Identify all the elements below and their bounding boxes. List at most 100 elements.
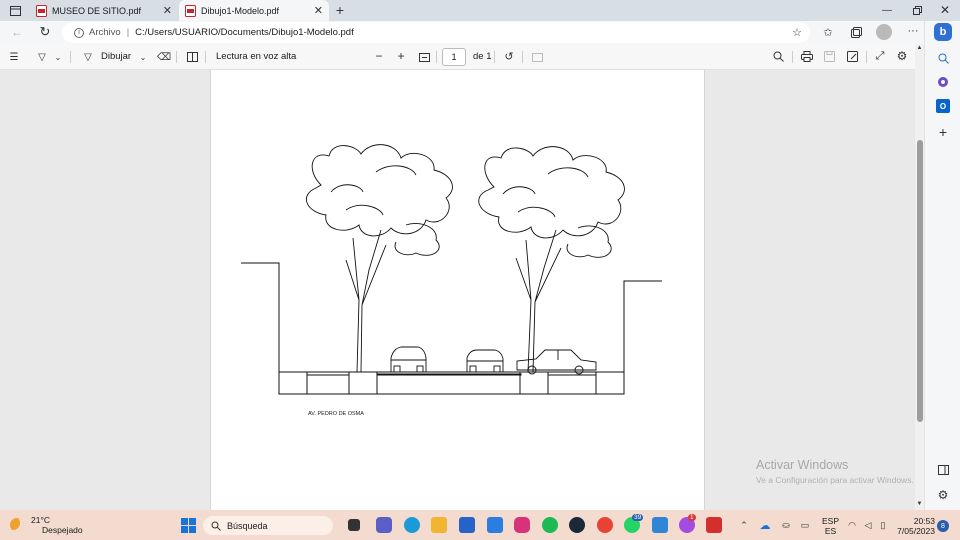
- draw-button[interactable]: Dibujar: [101, 51, 131, 62]
- outlook-icon[interactable]: O: [936, 99, 950, 113]
- close-icon[interactable]: ✕: [163, 4, 172, 17]
- pdf-toolbar: ☰ ▽ ⌄ ▽ Dibujar ⌄ ⌫ Lectura en voz alta …: [0, 44, 924, 70]
- save-icon[interactable]: [822, 50, 836, 63]
- taskbar-search[interactable]: Búsqueda: [203, 516, 333, 535]
- page-number-input[interactable]: 1: [442, 48, 466, 66]
- whatsapp-badge: 39: [632, 514, 644, 521]
- divider: [522, 51, 523, 63]
- store-icon[interactable]: [459, 517, 475, 533]
- notification-badge[interactable]: 8: [937, 520, 949, 532]
- zoom-out-icon[interactable]: −: [373, 49, 385, 63]
- print-icon[interactable]: [800, 50, 814, 63]
- collections-icon[interactable]: [849, 25, 863, 39]
- search-icon[interactable]: [772, 50, 784, 62]
- copilot-icon[interactable]: b: [934, 23, 952, 41]
- draw-icon[interactable]: ▽: [82, 51, 94, 63]
- search-icon[interactable]: [936, 51, 950, 65]
- chevron-down-icon[interactable]: ⌄: [53, 51, 63, 63]
- settings-icon[interactable]: ⚙: [936, 488, 950, 502]
- tree-left: [305, 144, 453, 373]
- scrollbar-thumb[interactable]: [917, 140, 923, 422]
- moon-icon: [10, 518, 24, 532]
- sidebar-toggle-icon[interactable]: [936, 463, 950, 477]
- office-icon[interactable]: [936, 75, 950, 89]
- scroll-down-icon[interactable]: ▼: [916, 500, 923, 508]
- fullscreen-icon[interactable]: ⤢: [873, 50, 887, 63]
- photos-icon[interactable]: [652, 517, 668, 533]
- add-favorite-icon[interactable]: ☆: [790, 25, 804, 39]
- chevron-down-icon[interactable]: ⌄: [138, 51, 148, 63]
- edge-icon[interactable]: [404, 517, 420, 533]
- language-indicator[interactable]: ESP ES: [822, 516, 839, 536]
- tab-dibujo[interactable]: Dibujo1-Modelo.pdf ✕: [179, 0, 329, 21]
- new-tab-icon[interactable]: +: [333, 2, 347, 18]
- fit-page-icon[interactable]: [418, 51, 430, 63]
- settings-icon[interactable]: ⚙: [895, 49, 909, 63]
- task-view-icon[interactable]: [348, 519, 360, 531]
- add-icon[interactable]: +: [936, 124, 950, 140]
- weather-temperature: 21°C: [31, 515, 50, 525]
- divider: [792, 51, 793, 63]
- zoom-in-icon[interactable]: +: [395, 49, 407, 63]
- close-window-icon[interactable]: ✕: [938, 3, 952, 17]
- battery-icon[interactable]: ▯: [877, 519, 889, 531]
- car-front-2: [466, 349, 504, 373]
- tab-museo[interactable]: MUSEO DE SITIO.pdf ✕: [30, 0, 178, 21]
- highlight-icon[interactable]: ▽: [36, 51, 48, 63]
- spotify-icon[interactable]: [542, 517, 558, 533]
- scroll-up-icon[interactable]: ▲: [916, 44, 923, 52]
- restore-icon[interactable]: [910, 3, 924, 17]
- mail-icon[interactable]: [487, 517, 503, 533]
- address-bar[interactable]: i Archivo | C:/Users/USUARIO/Documents/D…: [62, 22, 810, 43]
- clock[interactable]: 20:53 7/05/2023: [893, 516, 935, 536]
- language-sub: ES: [824, 526, 837, 536]
- divider: [70, 51, 71, 63]
- network-drive-icon[interactable]: ⛀: [780, 519, 792, 531]
- clock-date: 7/05/2023: [897, 526, 935, 536]
- tab-strip: MUSEO DE SITIO.pdf ✕ Dibujo1-Modelo.pdf …: [0, 0, 960, 21]
- messenger-badge: 1: [688, 514, 696, 521]
- tab-title: MUSEO DE SITIO.pdf: [52, 5, 142, 16]
- wifi-icon[interactable]: ◠: [846, 519, 858, 531]
- divider: [176, 51, 177, 63]
- profile-avatar[interactable]: [876, 24, 892, 40]
- volume-icon[interactable]: ◁: [862, 519, 874, 531]
- taskbar: 21°C Despejado Búsqueda 39 1 ⌃ ☁ ⛀ ▭ ESP…: [0, 510, 960, 540]
- weather-condition: Despejado: [42, 525, 83, 535]
- acrobat-icon[interactable]: [706, 517, 722, 533]
- rotate-icon[interactable]: ↺: [503, 50, 515, 63]
- contents-icon[interactable]: ☰: [8, 51, 20, 63]
- info-icon[interactable]: i: [74, 27, 84, 38]
- tree-right: [478, 146, 625, 373]
- onedrive-icon[interactable]: ☁: [758, 519, 772, 532]
- refresh-icon[interactable]: ↻: [38, 24, 52, 39]
- more-options-icon[interactable]: ···: [906, 24, 920, 38]
- divider: [866, 51, 867, 63]
- keyboard-icon[interactable]: ▭: [799, 519, 811, 531]
- weather-widget[interactable]: 21°C Despejado: [10, 515, 83, 535]
- activation-watermark-title: Activar Windows: [756, 458, 849, 472]
- divider: [436, 51, 437, 63]
- chrome-icon[interactable]: [597, 517, 613, 533]
- favorites-icon[interactable]: ✩: [821, 25, 835, 39]
- teams-icon[interactable]: [376, 517, 392, 533]
- activation-watermark-subtitle: Ve a Configuración para activar Windows.: [756, 475, 914, 485]
- save-as-icon[interactable]: [845, 50, 859, 63]
- tab-title: Dibujo1-Modelo.pdf: [201, 5, 280, 16]
- close-icon[interactable]: ✕: [314, 4, 323, 17]
- file-explorer-icon[interactable]: [431, 517, 447, 533]
- instagram-icon[interactable]: [514, 517, 530, 533]
- tab-actions-icon[interactable]: [8, 4, 22, 17]
- address-separator: |: [126, 27, 130, 38]
- minimize-icon[interactable]: —: [880, 3, 894, 17]
- page-view-icon[interactable]: [531, 51, 543, 63]
- start-icon[interactable]: [180, 517, 196, 533]
- address-url: C:/Users/USUARIO/Documents/Dibujo1-Model…: [135, 27, 354, 38]
- steam-icon[interactable]: [569, 517, 585, 533]
- eraser-icon[interactable]: ⌫: [157, 51, 171, 63]
- read-aloud-button[interactable]: Lectura en voz alta: [216, 51, 296, 62]
- read-aloud-icon[interactable]: [186, 51, 198, 63]
- chevron-up-icon[interactable]: ⌃: [738, 519, 750, 531]
- back-icon[interactable]: ←: [10, 25, 24, 39]
- divider: [494, 51, 495, 63]
